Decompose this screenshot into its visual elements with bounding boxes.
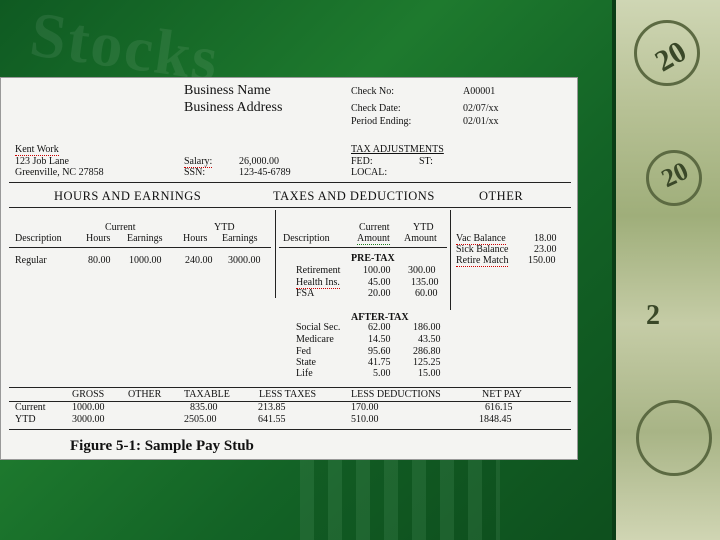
section-taxes-deductions: TAXES AND DEDUCTIONS xyxy=(273,189,435,203)
period-ending-label: Period Ending: xyxy=(351,116,412,127)
aftertax-current: 5.00 xyxy=(373,368,391,379)
totals-ytd-net-pay: 1848.45 xyxy=(479,414,512,425)
aftertax-ytd: 286.80 xyxy=(413,346,441,357)
aftertax-current: 62.00 xyxy=(368,322,391,333)
tax-fed-label: FED: xyxy=(351,156,373,167)
totals-ytd-label: YTD xyxy=(15,414,36,425)
business-address: Business Address xyxy=(184,100,283,115)
pretax-name: FSA xyxy=(296,288,315,299)
earnings-row-cur-earnings: 1000.00 xyxy=(129,255,162,266)
aftertax-ytd: 186.00 xyxy=(413,322,441,333)
deductions-current-header: Current xyxy=(359,222,390,233)
totals-less-taxes-header: LESS TAXES xyxy=(259,389,317,400)
totals-ytd-less-taxes: 641.55 xyxy=(258,414,286,425)
ssn-label: SSN: xyxy=(184,167,206,178)
earnings-description-header: Description xyxy=(15,233,62,244)
tax-adjustments-title: TAX ADJUSTMENTS xyxy=(351,144,444,155)
totals-current-less-taxes: 213.85 xyxy=(258,402,286,413)
totals-current-less-deductions: 170.00 xyxy=(351,402,379,413)
employee-street: 123 Job Lane xyxy=(15,156,69,167)
earnings-current-header: Current xyxy=(105,222,136,233)
totals-taxable-header: TAXABLE xyxy=(184,389,230,400)
section-other: OTHER xyxy=(479,189,524,203)
check-no: A00001 xyxy=(463,86,496,97)
aftertax-name: Medicare xyxy=(296,334,334,345)
pretax-ytd: 135.00 xyxy=(411,277,439,288)
ssn-value: 123-45-6789 xyxy=(239,167,291,178)
deductions-ytd-header: YTD xyxy=(413,222,434,233)
aftertax-name: Fed xyxy=(296,346,311,357)
pretax-current: 45.00 xyxy=(368,277,391,288)
check-date-label: Check Date: xyxy=(351,103,401,114)
other-value: 18.00 xyxy=(534,233,557,244)
pretax-current: 20.00 xyxy=(368,288,391,299)
bill-seal-icon xyxy=(636,400,712,476)
earnings-row-ytd-hours: 240.00 xyxy=(185,255,213,266)
earnings-hours-header: Hours xyxy=(86,233,111,244)
aftertax-current: 41.75 xyxy=(368,357,391,368)
tax-local-label: LOCAL: xyxy=(351,167,388,178)
aftertax-ytd: 43.50 xyxy=(418,334,441,345)
aftertax-ytd: 125.25 xyxy=(413,357,441,368)
aftertax-current: 14.50 xyxy=(368,334,391,345)
earnings-ytd-hours-header: Hours xyxy=(183,233,208,244)
pretax-ytd: 300.00 xyxy=(408,265,436,276)
earnings-row-ytd-earnings: 3000.00 xyxy=(228,255,261,266)
figure-caption: Figure 5-1: Sample Pay Stub xyxy=(70,438,254,454)
totals-other-header: OTHER xyxy=(128,389,162,400)
other-label: Retire Match xyxy=(456,255,509,267)
totals-current-taxable: 835.00 xyxy=(190,402,218,413)
deductions-ytd-amount-header: Amount xyxy=(404,233,437,244)
earnings-earnings-header: Earnings xyxy=(127,233,163,244)
totals-ytd-taxable: 2505.00 xyxy=(184,414,217,425)
aftertax-name: Life xyxy=(296,368,313,379)
other-label: Sick Balance xyxy=(456,244,509,255)
business-name: Business Name xyxy=(184,83,271,98)
employee-city: Greenville, NC 27858 xyxy=(15,167,104,178)
totals-current-net-pay: 616.15 xyxy=(485,402,513,413)
deductions-description-header: Description xyxy=(283,233,330,244)
pretax-name: Retirement xyxy=(296,265,341,276)
earnings-row-cur-hours: 80.00 xyxy=(88,255,111,266)
totals-less-deductions-header: LESS DEDUCTIONS xyxy=(351,389,441,400)
pay-stub: Business Name Business Address Check No:… xyxy=(0,77,578,460)
totals-ytd-less-deductions: 510.00 xyxy=(351,414,379,425)
other-value: 150.00 xyxy=(528,255,556,266)
pretax-ytd: 60.00 xyxy=(415,288,438,299)
pretax-current: 100.00 xyxy=(363,265,391,276)
bill-numeral-icon: 2 xyxy=(646,300,660,331)
section-hours-earnings: HOURS AND EARNINGS xyxy=(54,189,202,203)
dollar-bill-image: 20 20 2 xyxy=(612,0,720,540)
deductions-amount-header: Amount xyxy=(357,233,390,245)
pretax-title: PRE-TAX xyxy=(351,253,395,264)
tax-st-label: ST: xyxy=(419,156,433,167)
aftertax-name: State xyxy=(296,357,316,368)
period-ending: 02/01/xx xyxy=(463,116,499,127)
other-value: 23.00 xyxy=(534,244,557,255)
check-date: 02/07/xx xyxy=(463,103,499,114)
earnings-row-desc: Regular xyxy=(15,255,47,266)
totals-ytd-gross: 3000.00 xyxy=(72,414,105,425)
totals-current-gross: 1000.00 xyxy=(72,402,105,413)
earnings-ytd-header: YTD xyxy=(214,222,235,233)
totals-gross-header: GROSS xyxy=(72,389,105,400)
aftertax-current: 95.60 xyxy=(368,346,391,357)
totals-current-label: Current xyxy=(15,402,46,413)
salary-value: 26,000.00 xyxy=(239,156,279,167)
aftertax-name: Social Sec. xyxy=(296,322,341,333)
aftertax-ytd: 15.00 xyxy=(418,368,441,379)
check-no-label: Check No: xyxy=(351,86,395,97)
earnings-ytd-earnings-header: Earnings xyxy=(222,233,258,244)
totals-net-pay-header: NET PAY xyxy=(482,389,522,400)
employee-name: Kent Work xyxy=(15,144,59,156)
